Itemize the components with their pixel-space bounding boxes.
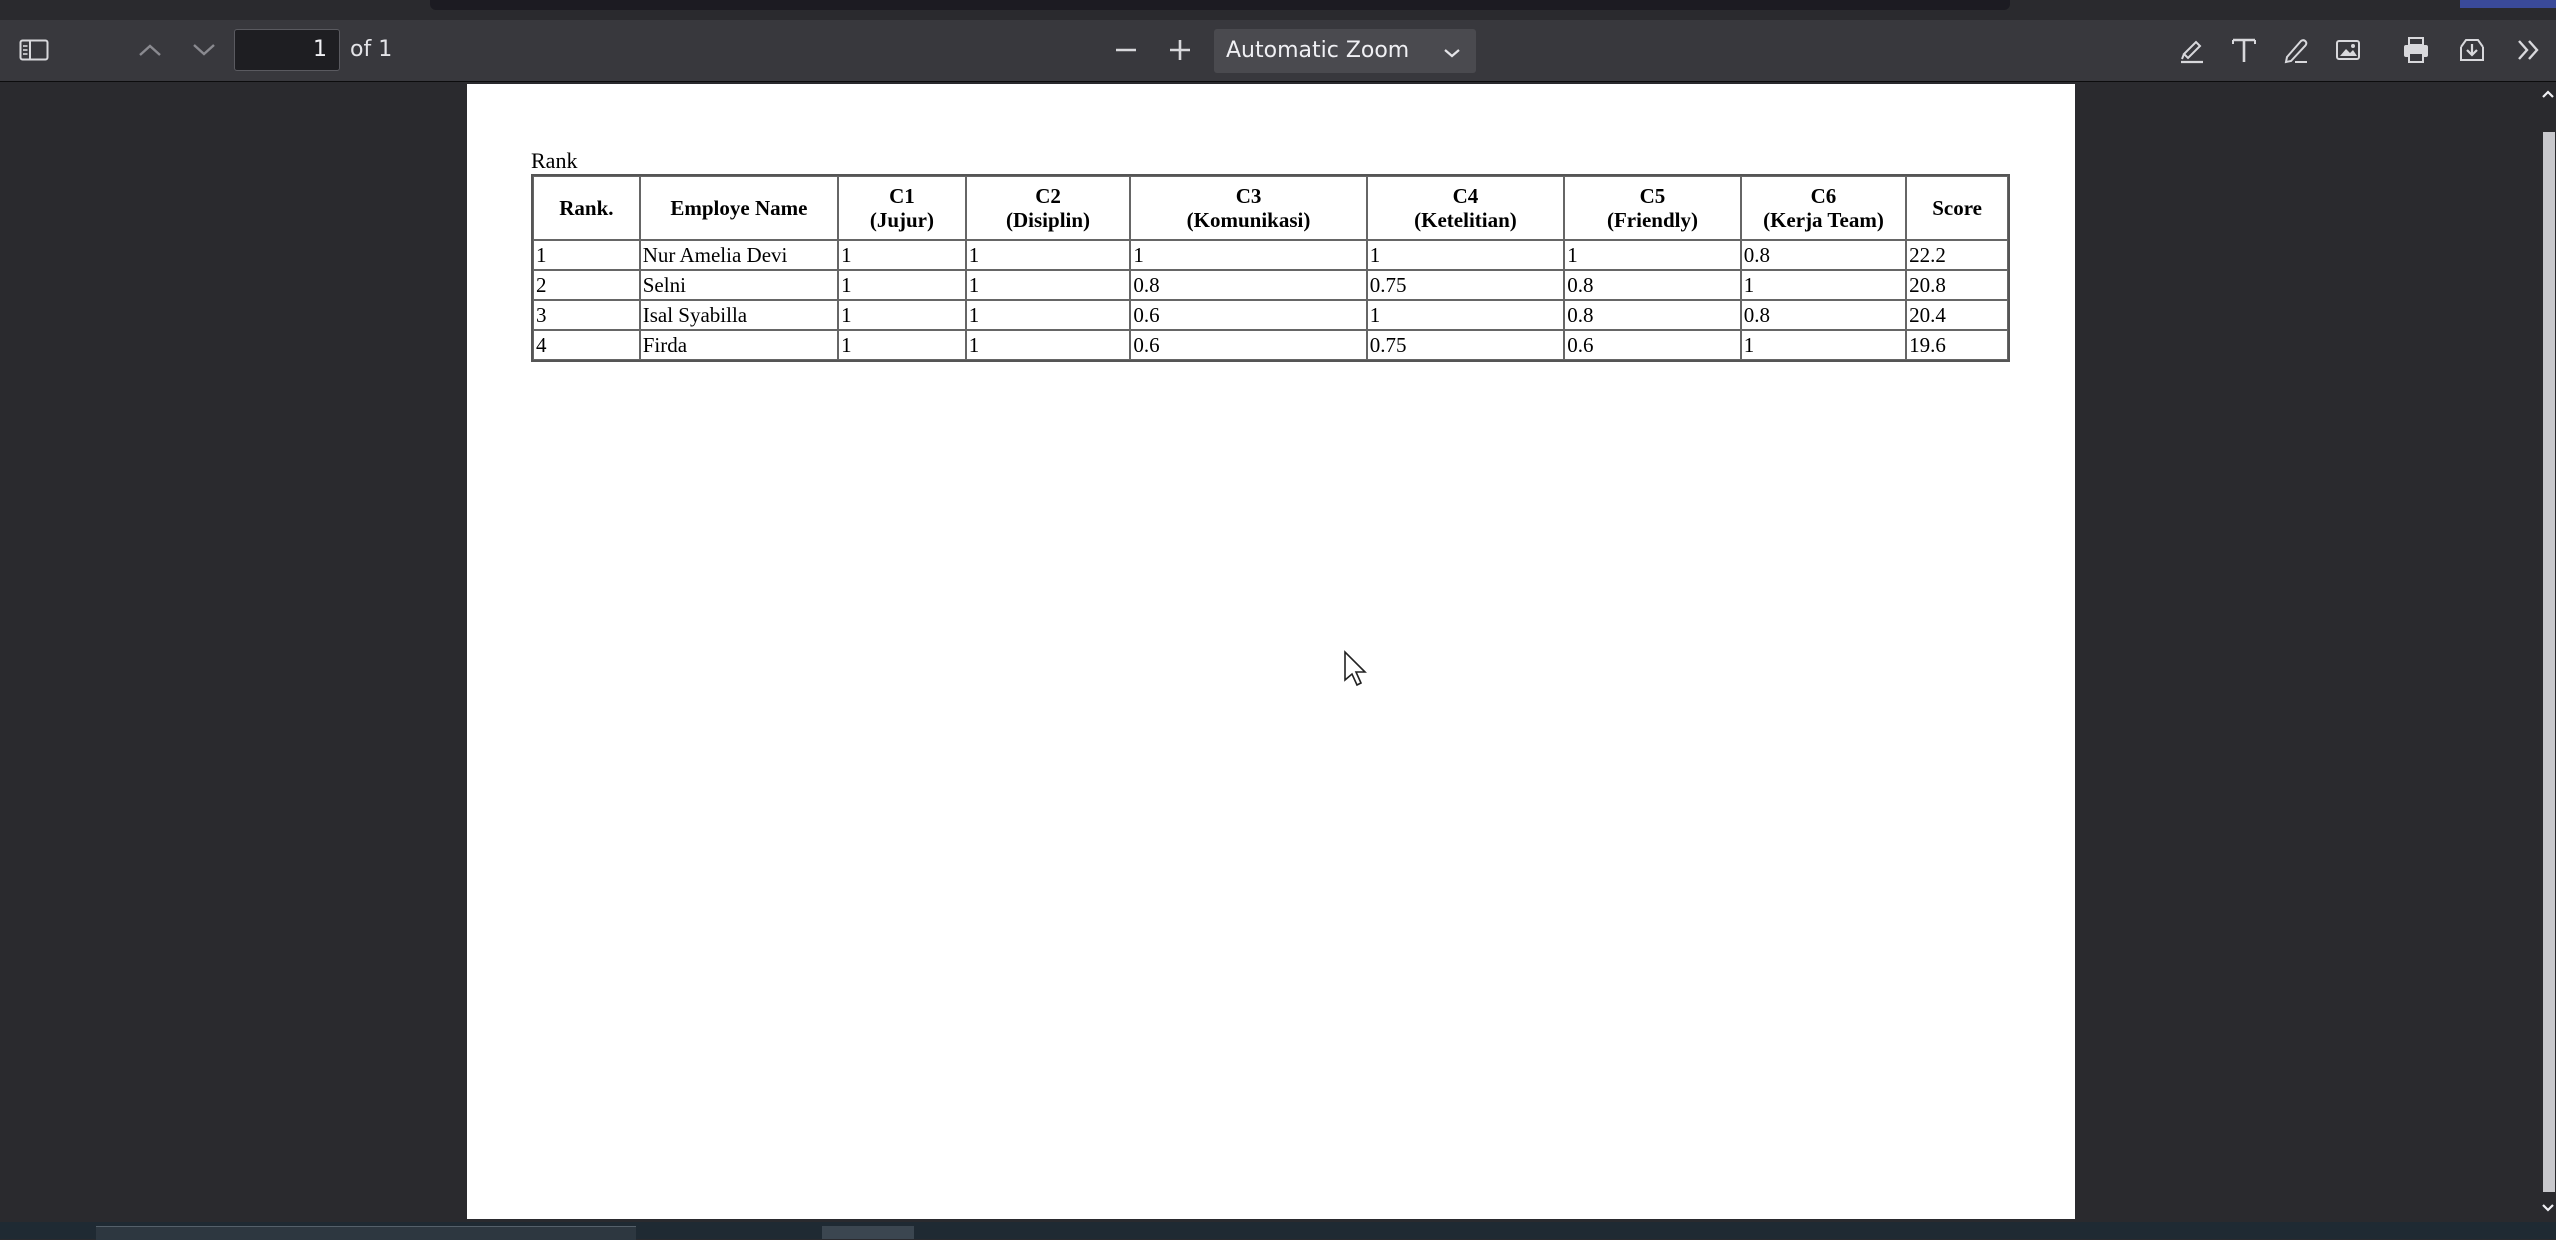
cell-score: 20.4 [1906,300,2008,330]
cell-c2: 1 [965,330,1131,360]
table-row: 1 Nur Amelia Devi 1 1 1 1 1 0.8 22.2 [533,240,2008,270]
sidebar-toggle-button[interactable] [12,30,56,70]
print-button[interactable] [2394,30,2438,70]
rank-table: Rank. Employe Name C1 (Jujur) C2 (Disipl… [531,174,2010,362]
cell-c4: 0.75 [1366,270,1565,300]
cell-name: Firda [639,330,839,360]
header-c1: C1 (Jujur) [838,176,966,240]
page-count-label: of 1 [350,37,393,62]
plus-icon [1168,38,1192,62]
cell-score: 19.6 [1906,330,2008,360]
taskbar-item[interactable] [822,1226,914,1239]
table-header-row: Rank. Employe Name C1 (Jujur) C2 (Disipl… [533,176,2008,240]
header-c3: C3 (Komunikasi) [1130,176,1367,240]
text-icon [2230,35,2258,65]
highlight-pen-icon [2177,35,2207,65]
minus-icon [1114,38,1138,62]
cell-name: Nur Amelia Devi [639,240,839,270]
text-tool-button[interactable] [2222,30,2266,70]
taskbar-item[interactable] [96,1226,636,1240]
cell-rank: 1 [533,240,640,270]
document-viewer[interactable]: Rank Rank. Employe Name C1 (Jujur) C2 (D… [0,82,2540,1222]
vertical-scrollbar[interactable] [2540,82,2556,1222]
cell-name: Isal Syabilla [639,300,839,330]
download-icon [2457,35,2487,65]
cell-c3: 1 [1130,240,1367,270]
header-c2: C2 (Disiplin) [965,176,1131,240]
save-button[interactable] [2450,30,2494,70]
cell-c6: 1 [1740,330,1907,360]
cell-c3: 0.6 [1130,330,1367,360]
header-employe-name: Employe Name [639,176,839,240]
cell-c6: 1 [1740,270,1907,300]
zoom-select[interactable]: Automatic Zoom [1214,29,1476,73]
scroll-up-icon[interactable] [2540,86,2556,105]
cell-c2: 1 [965,300,1131,330]
pencil-icon [2281,35,2311,65]
cell-c4: 0.75 [1366,330,1565,360]
printer-icon [2401,35,2431,65]
browser-tab-bar [430,0,2010,10]
cell-c3: 0.6 [1130,300,1367,330]
pdf-toolbar: 1 of 1 Automatic Zoom [0,20,2556,82]
sidebar-toggle-icon [19,38,49,62]
chevron-down-icon [1442,41,1462,66]
mouse-cursor-icon [1343,650,1369,692]
header-c6: C6 (Kerja Team) [1740,176,1907,240]
more-tools-button[interactable] [2506,30,2550,70]
cell-c6: 0.8 [1740,300,1907,330]
scroll-down-icon[interactable] [2540,1200,2556,1219]
highlight-button[interactable] [2170,30,2214,70]
chevron-down-icon [191,42,217,58]
cell-name: Selni [639,270,839,300]
accent-strip [2460,0,2556,8]
cell-c1: 1 [838,300,966,330]
image-tool-button[interactable] [2326,30,2370,70]
header-c4: C4 (Ketelitian) [1366,176,1565,240]
draw-tool-button[interactable] [2274,30,2318,70]
cell-c1: 1 [838,270,966,300]
header-score: Score [1906,176,2008,240]
cell-c3: 0.8 [1130,270,1367,300]
zoom-select-value: Automatic Zoom [1226,38,1410,63]
table-caption: Rank [531,148,578,173]
previous-page-button[interactable] [128,30,172,70]
cell-c1: 1 [838,330,966,360]
cell-c4: 1 [1366,240,1565,270]
cell-score: 22.2 [1906,240,2008,270]
header-rank: Rank. [533,176,640,240]
cell-c5: 0.6 [1564,330,1741,360]
cell-rank: 2 [533,270,640,300]
cell-c5: 0.8 [1564,270,1741,300]
chevron-up-icon [137,42,163,58]
cell-rank: 3 [533,300,640,330]
cell-rank: 4 [533,330,640,360]
cell-c5: 0.8 [1564,300,1741,330]
cell-score: 20.8 [1906,270,2008,300]
cell-c6: 0.8 [1740,240,1907,270]
page-number-input[interactable]: 1 [234,29,340,71]
table-row: 2 Selni 1 1 0.8 0.75 0.8 1 20.8 [533,270,2008,300]
cell-c5: 1 [1564,240,1741,270]
image-icon [2334,36,2362,64]
cell-c2: 1 [965,240,1131,270]
window-top-strip [0,0,2556,20]
cell-c2: 1 [965,270,1131,300]
pdf-page: Rank Rank. Employe Name C1 (Jujur) C2 (D… [467,84,2075,1219]
zoom-out-button[interactable] [1104,30,1148,70]
cell-c1: 1 [838,240,966,270]
taskbar [0,1222,2556,1240]
cell-c4: 1 [1366,300,1565,330]
table-row: 4 Firda 1 1 0.6 0.75 0.6 1 19.6 [533,330,2008,360]
zoom-in-button[interactable] [1158,30,1202,70]
table-row: 3 Isal Syabilla 1 1 0.6 1 0.8 0.8 20.4 [533,300,2008,330]
header-c5: C5 (Friendly) [1564,176,1741,240]
next-page-button[interactable] [182,30,226,70]
scrollbar-thumb[interactable] [2543,132,2555,1192]
double-chevron-right-icon [2514,37,2542,63]
